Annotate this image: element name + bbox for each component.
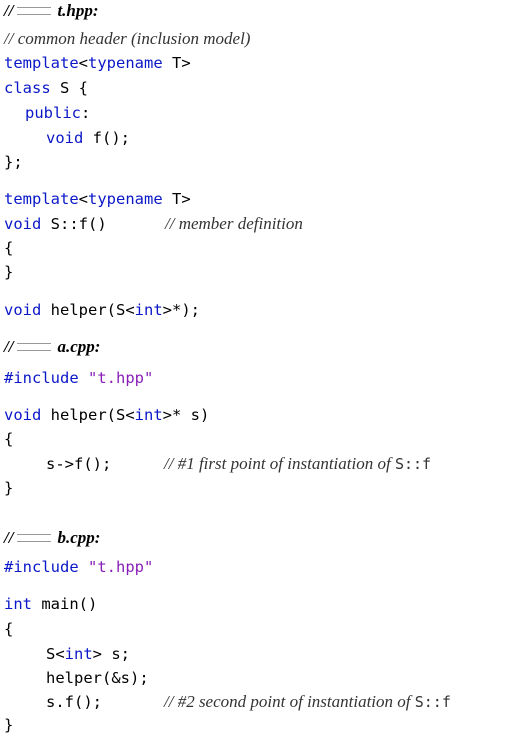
code-line: // common header (inclusion model) <box>4 28 250 50</box>
keyword: typename <box>88 54 163 72</box>
code-text: T> <box>162 190 191 208</box>
keyword: int <box>134 406 163 424</box>
file-header-bcpp: // b.cpp: <box>4 527 100 549</box>
code-text: helper(S< <box>41 301 135 319</box>
keyword: void <box>46 129 84 147</box>
code-line: int main() <box>4 593 97 615</box>
keyword: template <box>4 190 79 208</box>
code-line: #include "t.hpp" <box>4 367 153 389</box>
code-text: s->f(); <box>46 455 112 473</box>
code-line: template<typename T> <box>4 52 191 74</box>
keyword: void <box>4 301 42 319</box>
file-name: t.hpp: <box>57 1 99 20</box>
code-text: helper(S< <box>41 406 135 424</box>
code-line: #include "t.hpp" <box>4 556 153 578</box>
code-line: template<typename T> <box>4 188 191 210</box>
keyword: int <box>4 595 32 613</box>
code-line: } <box>4 716 14 734</box>
file-name: b.cpp: <box>57 528 101 547</box>
comment-slashes: // <box>4 337 14 356</box>
string-literal: "t.hpp" <box>88 558 154 576</box>
keyword: class <box>4 79 51 97</box>
code-line: helper(&s); <box>46 669 149 687</box>
code-text: >* s) <box>162 406 210 424</box>
file-header-thpp: // t.hpp: <box>4 0 99 22</box>
separator-rule <box>17 343 52 352</box>
separator-rule <box>17 534 52 543</box>
code-text: S { <box>50 79 88 97</box>
code-comment: // common header (inclusion model) <box>4 29 251 48</box>
code-ref: S::f <box>414 693 451 711</box>
code-text: main() <box>32 595 98 613</box>
code-line: S<int> s; <box>46 643 130 665</box>
code-line: void helper(S<int>* s) <box>4 404 209 426</box>
code-text: T> <box>162 54 191 72</box>
code-text: : <box>81 104 91 122</box>
code-text: >*); <box>162 301 200 319</box>
code-comment: // member definition <box>165 214 303 233</box>
code-text: < <box>78 54 88 72</box>
keyword: #include <box>4 558 79 576</box>
keyword: int <box>64 645 93 663</box>
code-line: s->f(); // #1 first point of instantiatio… <box>46 453 431 475</box>
keyword: int <box>134 301 163 319</box>
code-comment: // #2 second point of instantiation of S… <box>164 691 451 713</box>
code-line: } <box>4 479 14 497</box>
keyword: #include <box>4 369 79 387</box>
code-line: { <box>4 239 14 257</box>
keyword: typename <box>88 190 163 208</box>
comment-slashes: // <box>4 528 14 547</box>
code-text: S::f() <box>41 215 107 233</box>
separator-rule <box>17 7 52 16</box>
keyword: void <box>4 406 42 424</box>
keyword: public <box>25 104 81 122</box>
code-line: void S::f() // member definition <box>4 213 303 235</box>
code-line: public: <box>25 102 90 124</box>
code-ref: S::f <box>394 455 432 473</box>
comment-text: // #2 second point of instantiation of <box>164 692 411 711</box>
code-comment: // #1 first point of instantiation of S:… <box>164 453 431 475</box>
code-text: S< <box>46 645 65 663</box>
comment-slashes: // <box>4 1 14 20</box>
code-text: f(); <box>83 129 130 147</box>
file-name: a.cpp: <box>57 337 101 356</box>
string-literal: "t.hpp" <box>88 369 154 387</box>
code-listing: // t.hpp: // common header (inclusion mod… <box>0 0 518 737</box>
code-text: < <box>78 190 88 208</box>
code-line: { <box>4 430 14 448</box>
code-line: class S { <box>4 77 88 99</box>
comment-text: // #1 first point of instantiation of <box>164 454 391 473</box>
code-text: > s; <box>92 645 130 663</box>
code-text: s.f(); <box>46 693 102 711</box>
code-line: { <box>4 620 14 638</box>
code-line: void helper(S<int>*); <box>4 299 200 321</box>
code-line: }; <box>4 153 23 171</box>
file-header-acpp: // a.cpp: <box>4 336 100 358</box>
code-line: void f(); <box>46 127 130 149</box>
code-line: s.f(); // #2 second point of instantiatio… <box>46 691 451 713</box>
keyword: void <box>4 215 42 233</box>
keyword: template <box>4 54 79 72</box>
code-line: } <box>4 263 14 281</box>
